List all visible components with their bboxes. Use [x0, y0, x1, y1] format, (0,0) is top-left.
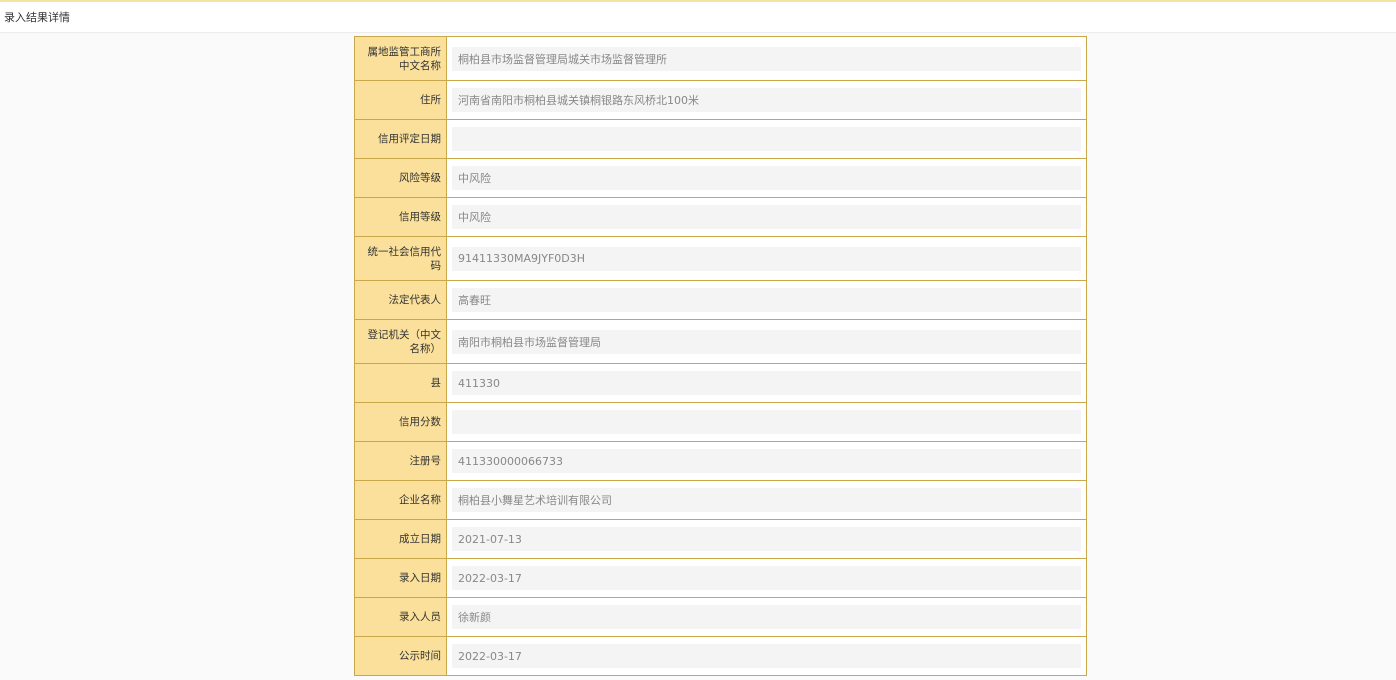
reg-authority-field[interactable]: 南阳市桐柏县市场监督管理局 [452, 329, 1081, 354]
field-label: 法定代表人 [355, 281, 447, 319]
page: 录入结果详情 属地监管工商所中文名称 桐柏县市场监督管理局城关市场监督管理所 住… [0, 0, 1396, 680]
risk-level-field[interactable]: 中风险 [452, 166, 1081, 190]
row-publish-time: 公示时间 2022-03-17 [355, 637, 1086, 676]
field-label: 统一社会信用代码 [355, 237, 447, 280]
field-label: 录入人员 [355, 598, 447, 636]
legal-rep-field[interactable]: 高春旺 [452, 288, 1081, 312]
field-label: 县 [355, 364, 447, 402]
reg-number-field[interactable]: 411330000066733 [452, 449, 1081, 473]
header-bar: 录入结果详情 [0, 2, 1396, 33]
row-unified-credit-code: 统一社会信用代码 91411330MA9JYF0D3H [355, 237, 1086, 281]
row-address: 住所 河南省南阳市桐柏县城关镇桐银路东风桥北100米 [355, 81, 1086, 120]
field-label: 信用评定日期 [355, 120, 447, 158]
county-field[interactable]: 411330 [452, 371, 1081, 395]
est-date-field[interactable]: 2021-07-13 [452, 527, 1081, 551]
field-label: 注册号 [355, 442, 447, 480]
field-label: 信用等级 [355, 198, 447, 236]
unified-credit-code-field[interactable]: 91411330MA9JYF0D3H [452, 246, 1081, 271]
company-name-field[interactable]: 桐柏县小舞星艺术培训有限公司 [452, 488, 1081, 512]
row-reg-authority: 登记机关（中文名称） 南阳市桐柏县市场监督管理局 [355, 320, 1086, 364]
row-company-name: 企业名称 桐柏县小舞星艺术培训有限公司 [355, 481, 1086, 520]
entry-person-field[interactable]: 徐新颜 [452, 605, 1081, 629]
field-label: 属地监管工商所中文名称 [355, 37, 447, 80]
row-county: 县 411330 [355, 364, 1086, 403]
address-field[interactable]: 河南省南阳市桐柏县城关镇桐银路东风桥北100米 [452, 88, 1081, 112]
field-label: 录入日期 [355, 559, 447, 597]
field-label: 住所 [355, 81, 447, 119]
field-label: 成立日期 [355, 520, 447, 558]
row-credit-score: 信用分数 [355, 403, 1086, 442]
row-entry-date: 录入日期 2022-03-17 [355, 559, 1086, 598]
field-label: 登记机关（中文名称） [355, 320, 447, 363]
row-supervision-office: 属地监管工商所中文名称 桐柏县市场监督管理局城关市场监督管理所 [355, 37, 1086, 81]
entry-date-field[interactable]: 2022-03-17 [452, 566, 1081, 590]
supervision-office-field[interactable]: 桐柏县市场监督管理局城关市场监督管理所 [452, 46, 1081, 71]
row-credit-level: 信用等级 中风险 [355, 198, 1086, 237]
row-credit-eval-date: 信用评定日期 [355, 120, 1086, 159]
credit-eval-date-field[interactable] [452, 127, 1081, 151]
publish-time-field[interactable]: 2022-03-17 [452, 644, 1081, 668]
field-label: 风险等级 [355, 159, 447, 197]
detail-table: 属地监管工商所中文名称 桐柏县市场监督管理局城关市场监督管理所 住所 河南省南阳… [354, 36, 1087, 676]
row-risk-level: 风险等级 中风险 [355, 159, 1086, 198]
credit-level-field[interactable]: 中风险 [452, 205, 1081, 229]
row-legal-rep: 法定代表人 高春旺 [355, 281, 1086, 320]
row-reg-number: 注册号 411330000066733 [355, 442, 1086, 481]
field-label: 信用分数 [355, 403, 447, 441]
field-label: 公示时间 [355, 637, 447, 675]
page-title: 录入结果详情 [4, 11, 70, 24]
field-label: 企业名称 [355, 481, 447, 519]
row-est-date: 成立日期 2021-07-13 [355, 520, 1086, 559]
credit-score-field[interactable] [452, 410, 1081, 434]
row-entry-person: 录入人员 徐新颜 [355, 598, 1086, 637]
